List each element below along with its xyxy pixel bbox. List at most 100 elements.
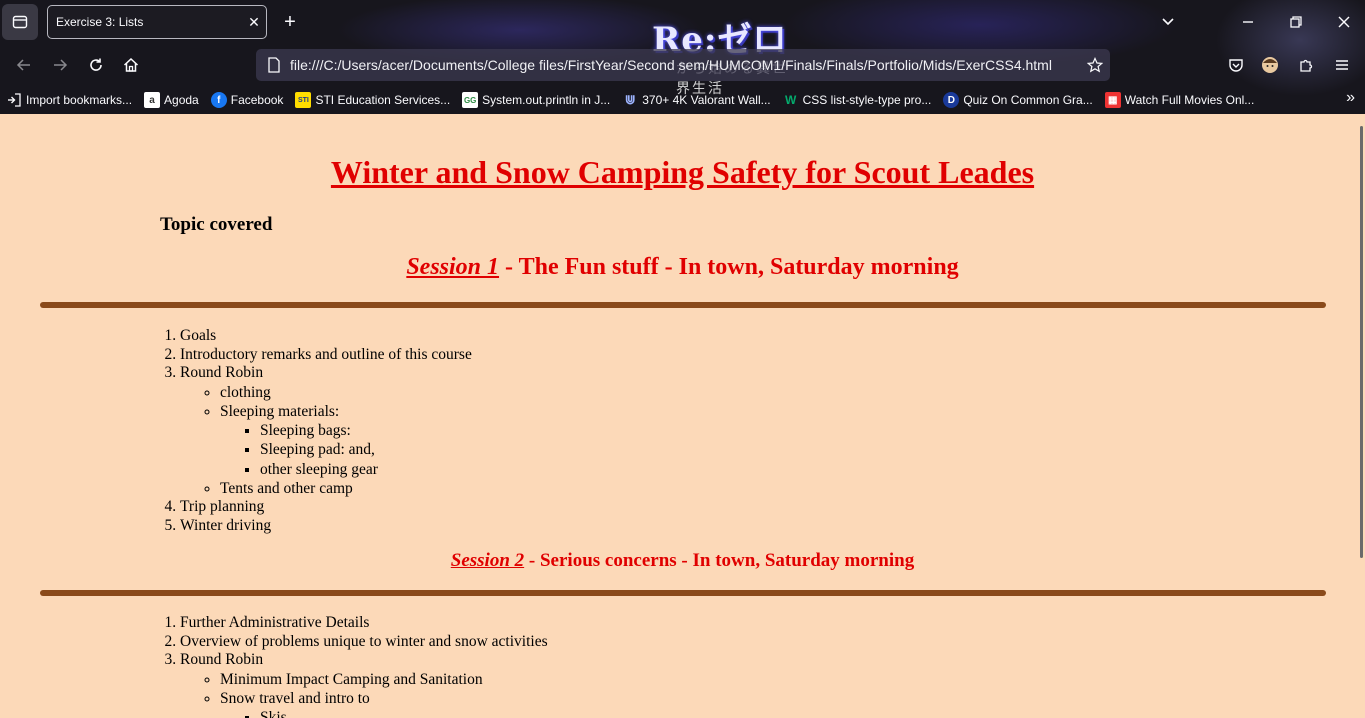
import-icon xyxy=(6,92,22,108)
list-item: Round Robin clothing Sleeping materials:… xyxy=(180,364,472,498)
list-item-label: Sleeping materials: xyxy=(220,402,340,420)
list-item-label: Round Robin xyxy=(180,651,264,668)
w3schools-icon: W xyxy=(784,93,797,107)
arrow-left-icon xyxy=(16,59,30,71)
geeksforgeeks-icon: GG xyxy=(462,92,479,108)
list-item: other sleeping gear xyxy=(260,460,472,479)
bookmark-label: STI Education Services... xyxy=(315,93,451,107)
list-item: Introductory remarks and outline of this… xyxy=(180,346,472,365)
list-item: Round Robin Minimum Impact Camping and S… xyxy=(180,651,548,718)
home-icon xyxy=(123,57,139,72)
session-1-heading: Session 1 - The Fun stuff - In town, Sat… xyxy=(0,254,1365,281)
tab-close-icon[interactable]: ✕ xyxy=(242,14,266,31)
list-item: Winter driving xyxy=(180,517,472,536)
session-1-subtitle: - The Fun stuff - In town, Saturday morn… xyxy=(499,254,959,280)
bookmark-import[interactable]: Import bookmarks... xyxy=(0,89,138,111)
sti-icon: STI xyxy=(295,92,312,108)
list-item: Snow travel and intro to Skis xyxy=(220,689,548,718)
bookmark-system-out[interactable]: GG System.out.println in J... xyxy=(456,89,616,111)
bookmark-star-icon[interactable] xyxy=(1080,57,1110,73)
quiz-icon: D xyxy=(943,92,960,108)
bookmarks-overflow-icon[interactable]: » xyxy=(1346,89,1355,107)
topic-heading: Topic covered xyxy=(160,214,273,235)
app-menu-button[interactable] xyxy=(1330,53,1354,77)
pocket-button[interactable] xyxy=(1224,53,1248,77)
session-2-subtitle: - Serious concerns - In town, Saturday m… xyxy=(524,550,915,571)
session-2-list: Further Administrative Details Overview … xyxy=(140,614,548,718)
tab-exercise-3-lists[interactable]: Exercise 3: Lists ✕ xyxy=(47,5,267,39)
facebook-icon: f xyxy=(210,92,227,108)
list-all-tabs-button[interactable] xyxy=(2,4,38,40)
bookmark-facebook[interactable]: f Facebook xyxy=(205,89,290,111)
page-title: Winter and Snow Camping Safety for Scout… xyxy=(330,154,1035,190)
round-robin-sublist: clothing Sleeping materials: Sleeping ba… xyxy=(180,383,472,499)
tab-list-icon xyxy=(12,15,28,29)
list-item: Tents and other camp xyxy=(220,479,472,498)
list-item: Overview of problems unique to winter an… xyxy=(180,633,548,652)
hamburger-menu-icon xyxy=(1336,60,1348,70)
chevron-down-icon xyxy=(1162,18,1174,26)
list-item: Goals xyxy=(180,327,472,346)
movies-icon: ▦ xyxy=(1104,92,1121,108)
list-item-label: Round Robin xyxy=(180,364,264,381)
bookmark-quiz[interactable]: D Quiz On Common Gra... xyxy=(937,89,1098,111)
list-item-label: Snow travel and intro to xyxy=(220,689,370,707)
session-1-list: Goals Introductory remarks and outline o… xyxy=(140,327,472,535)
puzzle-icon xyxy=(1300,59,1313,72)
reload-button[interactable] xyxy=(84,53,108,77)
reload-icon xyxy=(90,58,102,71)
browser-chrome: Exercise 3: Lists ✕ + Re:ゼロ から始める異世界生活 xyxy=(0,0,1365,114)
snow-travel-sublist: Skis xyxy=(220,708,548,718)
address-bar[interactable]: file:///C:/Users/acer/Documents/College … xyxy=(256,49,1110,81)
list-item: Skis xyxy=(260,708,548,718)
list-item: Sleeping bags: xyxy=(260,421,472,440)
tab-bar: Exercise 3: Lists ✕ + Re:ゼロ から始める異世界生活 xyxy=(0,0,1365,96)
bookmark-movies[interactable]: ▦ Watch Full Movies Onl... xyxy=(1099,89,1261,111)
tabs-overflow-button[interactable] xyxy=(1158,10,1178,34)
list-item: Minimum Impact Camping and Sanitation xyxy=(220,670,548,689)
close-icon xyxy=(1338,16,1350,28)
bookmark-agoda[interactable]: a Agoda xyxy=(138,89,205,111)
round-robin-sublist: Minimum Impact Camping and Sanitation Sn… xyxy=(180,670,548,718)
bookmark-label: Watch Full Movies Onl... xyxy=(1124,93,1255,107)
bookmark-label: CSS list-style-type pro... xyxy=(802,93,932,107)
home-button[interactable] xyxy=(119,53,143,77)
bookmark-label: Import bookmarks... xyxy=(26,93,133,107)
sleeping-materials-sublist: Sleeping bags: Sleeping pad: and, other … xyxy=(220,421,472,479)
list-item: Trip planning xyxy=(180,498,472,517)
extensions-button[interactable] xyxy=(1294,53,1318,77)
bookmark-label: System.out.println in J... xyxy=(482,93,611,107)
bookmark-label: 370+ 4K Valorant Wall... xyxy=(642,93,771,107)
bookmark-css-list-style[interactable]: W CSS list-style-type pro... xyxy=(777,89,938,111)
session-1-label: Session 1 xyxy=(406,254,500,280)
minimize-icon xyxy=(1243,21,1253,23)
page-icon xyxy=(260,57,288,73)
bookmark-sti[interactable]: STI STI Education Services... xyxy=(289,89,456,111)
wallpaper-icon: ⋓ xyxy=(624,92,636,107)
bookmark-label: Facebook xyxy=(230,93,284,107)
url-text[interactable]: file:///C:/Users/acer/Documents/College … xyxy=(290,57,1080,73)
bookmark-label: Agoda xyxy=(164,93,199,107)
horizontal-rule xyxy=(40,590,1326,596)
session-2-label: Session 2 xyxy=(450,550,525,571)
horizontal-rule xyxy=(40,302,1326,308)
arrow-right-icon xyxy=(54,59,68,71)
list-item: clothing xyxy=(220,383,472,402)
close-window-button[interactable] xyxy=(1332,10,1356,34)
account-button[interactable] xyxy=(1258,53,1282,77)
avatar-icon xyxy=(1262,57,1278,73)
web-page-content: Winter and Snow Camping Safety for Scout… xyxy=(0,114,1365,718)
back-button[interactable] xyxy=(12,53,36,77)
minimize-button[interactable] xyxy=(1236,10,1260,34)
agoda-icon: a xyxy=(144,92,161,108)
new-tab-button[interactable]: + xyxy=(278,10,302,34)
list-item: Sleeping materials: Sleeping bags: Sleep… xyxy=(220,402,472,479)
restore-button[interactable] xyxy=(1284,10,1308,34)
bookmark-valorant[interactable]: ⋓ 370+ 4K Valorant Wall... xyxy=(616,89,776,111)
forward-button[interactable] xyxy=(48,53,72,77)
bookmark-label: Quiz On Common Gra... xyxy=(963,93,1093,107)
navigation-toolbar: file:///C:/Users/acer/Documents/College … xyxy=(0,44,1365,86)
bookmarks-toolbar: Import bookmarks... a Agoda f Facebook S… xyxy=(0,86,1365,114)
list-item: Sleeping pad: and, xyxy=(260,440,472,459)
session-2-heading: Session 2 - Serious concerns - In town, … xyxy=(0,550,1365,572)
